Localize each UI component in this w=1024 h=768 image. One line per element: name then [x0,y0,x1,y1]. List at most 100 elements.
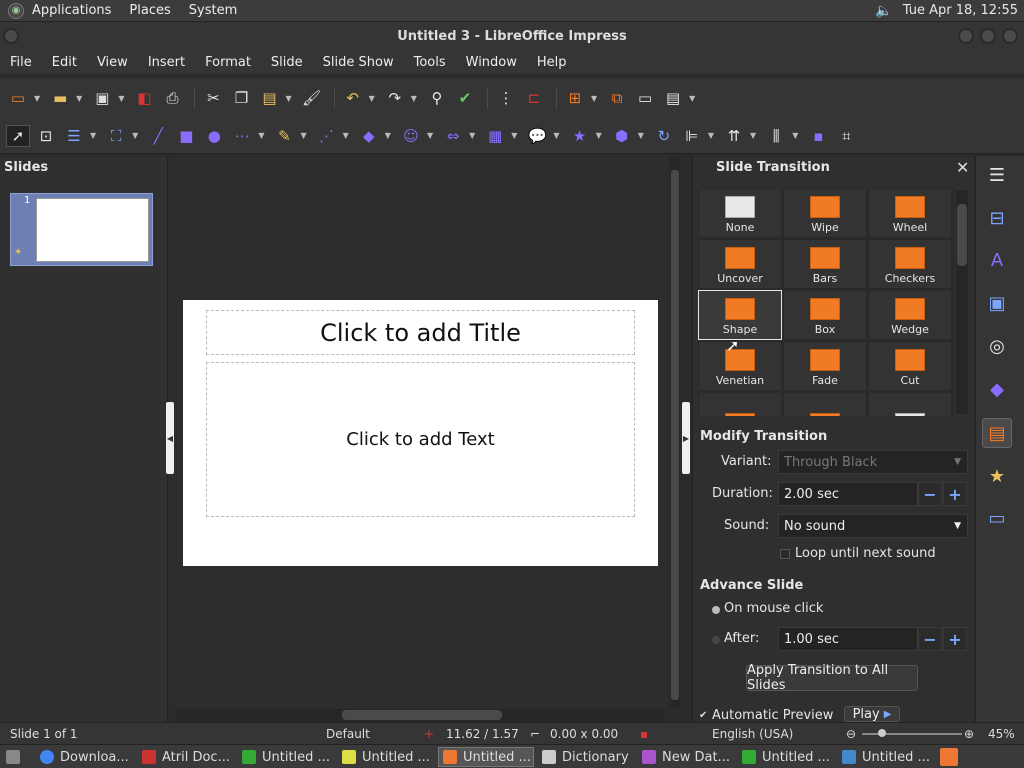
helplines-icon[interactable]: ⊏ [522,87,546,109]
master-slide-name[interactable]: Default [326,727,370,741]
connector-icon[interactable]: ⋰ [315,125,339,147]
taskbar-item[interactable]: Atril Doc... [138,747,234,767]
zoom-out-icon[interactable]: ⊖ [846,727,856,741]
chevron-down-icon[interactable]: ▼ [792,131,798,140]
transition-wipe[interactable]: Wipe [783,188,867,238]
window-menu-icon[interactable] [3,28,19,44]
transition-wedge[interactable]: Wedge [868,290,952,340]
chevron-down-icon[interactable]: ▼ [553,131,559,140]
zoom-slider[interactable] [862,733,962,735]
menu-applications[interactable]: Applications [32,3,111,18]
transition-none[interactable]: None [698,188,782,238]
shapes-icon[interactable]: ◆ [982,374,1012,404]
ellipse-icon[interactable]: ● [202,125,226,147]
clone-formatting-icon[interactable]: 🖌 [300,87,324,109]
rotate-icon[interactable]: ↻ [652,125,676,147]
arrange-icon[interactable]: ⇈ [722,125,746,147]
chevron-down-icon[interactable]: ▼ [385,131,391,140]
after-radio[interactable] [712,636,720,644]
menu-slide[interactable]: Slide [271,55,303,70]
transition-fade[interactable]: Fade [783,341,867,391]
maximize-button[interactable] [980,28,996,44]
chevron-down-icon[interactable]: ▼ [708,131,714,140]
line-color-icon[interactable]: ☰ [62,125,86,147]
zoom-slider-handle[interactable] [878,729,886,737]
grid-icon[interactable]: ⋮ [494,87,518,109]
redo-icon[interactable]: ↷ [383,87,407,109]
vertical-scrollbar-thumb[interactable] [671,170,679,700]
chevron-down-icon[interactable]: ▼ [511,131,517,140]
transition-cut[interactable]: Cut [868,341,952,391]
workspace-switcher[interactable] [936,747,958,767]
taskbar-item[interactable]: Untitled ... [738,747,834,767]
chevron-down-icon[interactable]: ▼ [90,131,96,140]
collapse-sidebar-button[interactable]: ▶ [682,402,690,474]
menu-tools[interactable]: Tools [414,55,446,70]
fill-color-icon[interactable]: ⛶ [104,125,128,147]
variant-select[interactable]: Through Black ▼ [778,450,968,474]
after-decrease-button[interactable]: − [918,627,942,651]
collapse-slides-pane-button[interactable]: ◀ [166,402,174,474]
master-slides-icon[interactable]: ▭ [982,503,1012,533]
menu-file[interactable]: File [10,55,32,70]
rectangle-icon[interactable]: ■ [174,125,198,147]
curve-icon[interactable]: ✎ [272,125,296,147]
gnome-foot-icon[interactable]: ◉ [8,2,24,19]
distribute-icon[interactable]: ⫼ [764,125,788,147]
transition-venetian[interactable]: Venetian [698,341,782,391]
transition-uncover[interactable]: Uncover [698,239,782,289]
3d-objects-icon[interactable]: ⬢ [610,125,634,147]
apply-to-all-slides-button[interactable]: Apply Transition to All Slides [746,663,918,693]
styles-icon[interactable]: A [982,245,1012,275]
chevron-down-icon[interactable]: ▼ [689,94,695,103]
close-icon[interactable]: ✕ [956,158,974,178]
automatic-preview-checkbox[interactable]: ✔ [699,710,707,721]
duration-decrease-button[interactable]: − [918,482,942,506]
chevron-down-icon[interactable]: ▼ [132,131,138,140]
menu-view[interactable]: View [97,55,128,70]
transition-box[interactable]: Box [783,290,867,340]
horizontal-scrollbar-thumb[interactable] [342,710,502,720]
after-input[interactable]: 1.00 sec [778,627,918,651]
chevron-down-icon[interactable]: ▼ [750,131,756,140]
flowchart-icon[interactable]: ▦ [483,125,507,147]
chevron-down-icon[interactable]: ▼ [343,131,349,140]
basic-shapes-icon[interactable]: ◆ [357,125,381,147]
menu-slide-show[interactable]: Slide Show [323,55,394,70]
language[interactable]: English (USA) [712,727,793,741]
transition-bars[interactable]: Bars [783,239,867,289]
transition-more[interactable] [698,392,782,416]
after-increase-button[interactable]: + [943,627,967,651]
duplicate-slide-icon[interactable]: ⧉ [605,87,629,109]
select-arrow-icon[interactable]: ➚ [6,124,30,147]
chevron-down-icon[interactable]: ▼ [34,94,40,103]
align-icon[interactable]: ⊫ [680,125,704,147]
taskbar-item-active[interactable]: Untitled ... [438,747,534,767]
chevron-down-icon[interactable]: ▼ [369,94,375,103]
menu-places[interactable]: Places [129,3,170,18]
open-folder-icon[interactable]: ▬ [48,87,72,109]
menu-format[interactable]: Format [205,55,251,70]
undo-icon[interactable]: ↶ [341,87,365,109]
sound-select[interactable]: No sound ▼ [778,514,968,538]
chevron-down-icon[interactable]: ▼ [469,131,475,140]
callouts-icon[interactable]: 💬 [525,125,549,147]
transition-wheel[interactable]: Wheel [868,188,952,238]
chevron-down-icon[interactable]: ▼ [591,94,597,103]
chevron-down-icon[interactable]: ▼ [258,131,264,140]
chevron-down-icon[interactable]: ▼ [300,131,306,140]
print-icon[interactable]: ⎙ [160,87,184,109]
properties-icon[interactable]: ⊟ [982,203,1012,233]
menu-window[interactable]: Window [466,55,517,70]
taskbar-item[interactable]: Dictionary [538,747,634,767]
cut-icon[interactable]: ✂ [201,87,225,109]
document-modified-icon[interactable]: ▪ [640,727,648,741]
save-icon[interactable]: ▣ [90,87,114,109]
transition-more[interactable] [868,392,952,416]
show-desktop-button[interactable] [2,747,20,767]
sidebar-menu-icon[interactable]: ☰ [982,160,1012,190]
taskbar-item[interactable]: Downloa... [36,747,132,767]
transition-shape[interactable]: Shape [698,290,782,340]
clock[interactable]: Tue Apr 18, 12:55 [903,3,1018,18]
spelling-icon[interactable]: ✔ [453,87,477,109]
